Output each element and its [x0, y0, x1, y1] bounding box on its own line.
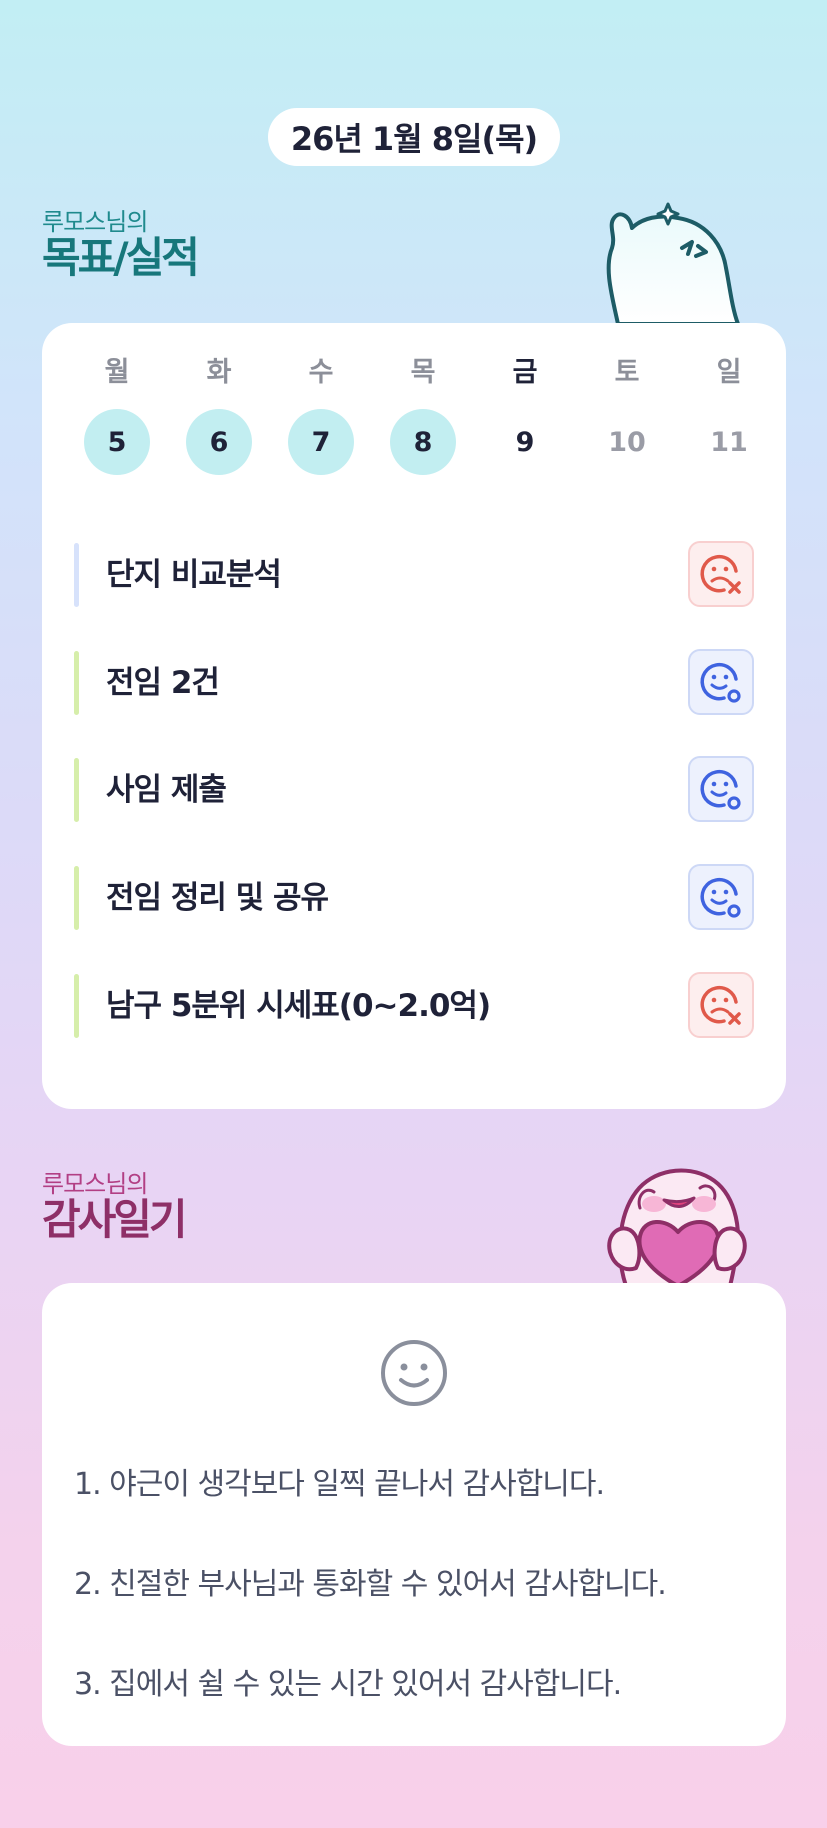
sad-face-x-icon — [700, 985, 741, 1025]
goals-title-main: 목표/실적 — [42, 233, 200, 282]
day-number: 8 — [390, 409, 456, 475]
day-number: 9 — [515, 426, 535, 458]
goal-bar — [74, 543, 79, 607]
status-badge[interactable] — [688, 756, 754, 822]
day-number: 6 — [186, 409, 252, 475]
day-name: 수 — [308, 357, 334, 388]
date-pill[interactable]: 26년 1월 8일(목) — [268, 108, 560, 166]
ghost-mascot-icon — [606, 202, 740, 324]
goal-item[interactable]: 단지 비교분석 — [74, 541, 754, 609]
status-badge[interactable] — [688, 541, 754, 607]
heart-mascot-icon — [607, 1168, 747, 1286]
goal-label: 사임 제출 — [106, 772, 227, 808]
goal-item[interactable]: 사임 제출 — [74, 756, 754, 824]
day-name: 일 — [716, 357, 742, 388]
status-badge[interactable] — [688, 972, 754, 1038]
goal-bar — [74, 758, 79, 822]
smile-face-o-icon — [700, 877, 741, 918]
day-number: 5 — [84, 409, 150, 475]
gratitude-entry: 2. 친절한 부사님과 통화할 수 있어서 감사합니다. — [74, 1567, 667, 1602]
week-day-tue[interactable]: 화 6 — [168, 353, 270, 475]
goals-section-title: 루모스님의 목표/실적 — [42, 208, 200, 282]
day-name: 토 — [614, 357, 640, 388]
goal-label: 전임 2건 — [106, 665, 220, 701]
status-badge[interactable] — [688, 864, 754, 930]
goal-item[interactable]: 전임 정리 및 공유 — [74, 864, 754, 932]
day-number: 11 — [710, 426, 748, 458]
gratitude-card: 1. 야근이 생각보다 일찍 끝나서 감사합니다. 2. 친절한 부사님과 통화… — [42, 1283, 786, 1746]
date-label: 26년 1월 8일(목) — [290, 120, 538, 158]
gratitude-entry: 1. 야근이 생각보다 일찍 끝나서 감사합니다. — [74, 1467, 605, 1502]
goals-card: 월 5 화 6 수 7 목 8 금 9 토 10 일 11 단지 비교분석 전임… — [42, 323, 786, 1109]
smile-face-o-icon — [700, 662, 741, 703]
goal-item[interactable]: 전임 2건 — [74, 649, 754, 717]
gratitude-entry: 3. 집에서 쉴 수 있는 시간 있어서 감사합니다. — [74, 1667, 622, 1702]
goal-label: 남구 5분위 시세표(0~2.0억) — [106, 988, 491, 1024]
smile-face-icon — [381, 1340, 447, 1406]
goal-label: 전임 정리 및 공유 — [106, 880, 329, 916]
day-name: 목 — [410, 357, 436, 388]
day-name: 화 — [206, 357, 232, 388]
week-day-fri[interactable]: 금 9 — [474, 353, 576, 475]
goal-item[interactable]: 남구 5분위 시세표(0~2.0억) — [74, 972, 754, 1040]
smile-face-o-icon — [700, 769, 741, 810]
gratitude-title-sub: 루모스님의 — [42, 1170, 148, 1198]
week-strip: 월 5 화 6 수 7 목 8 금 9 토 10 일 11 — [66, 353, 780, 475]
day-name: 금 — [512, 357, 538, 388]
gratitude-title-main: 감사일기 — [42, 1195, 188, 1244]
status-badge[interactable] — [688, 649, 754, 715]
week-day-wed[interactable]: 수 7 — [270, 353, 372, 475]
sad-face-x-icon — [700, 554, 741, 594]
week-day-sun[interactable]: 일 11 — [678, 353, 780, 475]
day-name: 월 — [104, 357, 130, 388]
week-day-sat[interactable]: 토 10 — [576, 353, 678, 475]
goal-bar — [74, 866, 79, 930]
goals-title-sub: 루모스님의 — [42, 208, 148, 236]
goal-bar — [74, 651, 79, 715]
day-number: 7 — [288, 409, 354, 475]
goal-bar — [74, 974, 79, 1038]
week-day-thu[interactable]: 목 8 — [372, 353, 474, 475]
gratitude-section-title: 루모스님의 감사일기 — [42, 1170, 188, 1244]
day-number: 10 — [608, 426, 646, 458]
goal-label: 단지 비교분석 — [106, 557, 282, 593]
week-day-mon[interactable]: 월 5 — [66, 353, 168, 475]
